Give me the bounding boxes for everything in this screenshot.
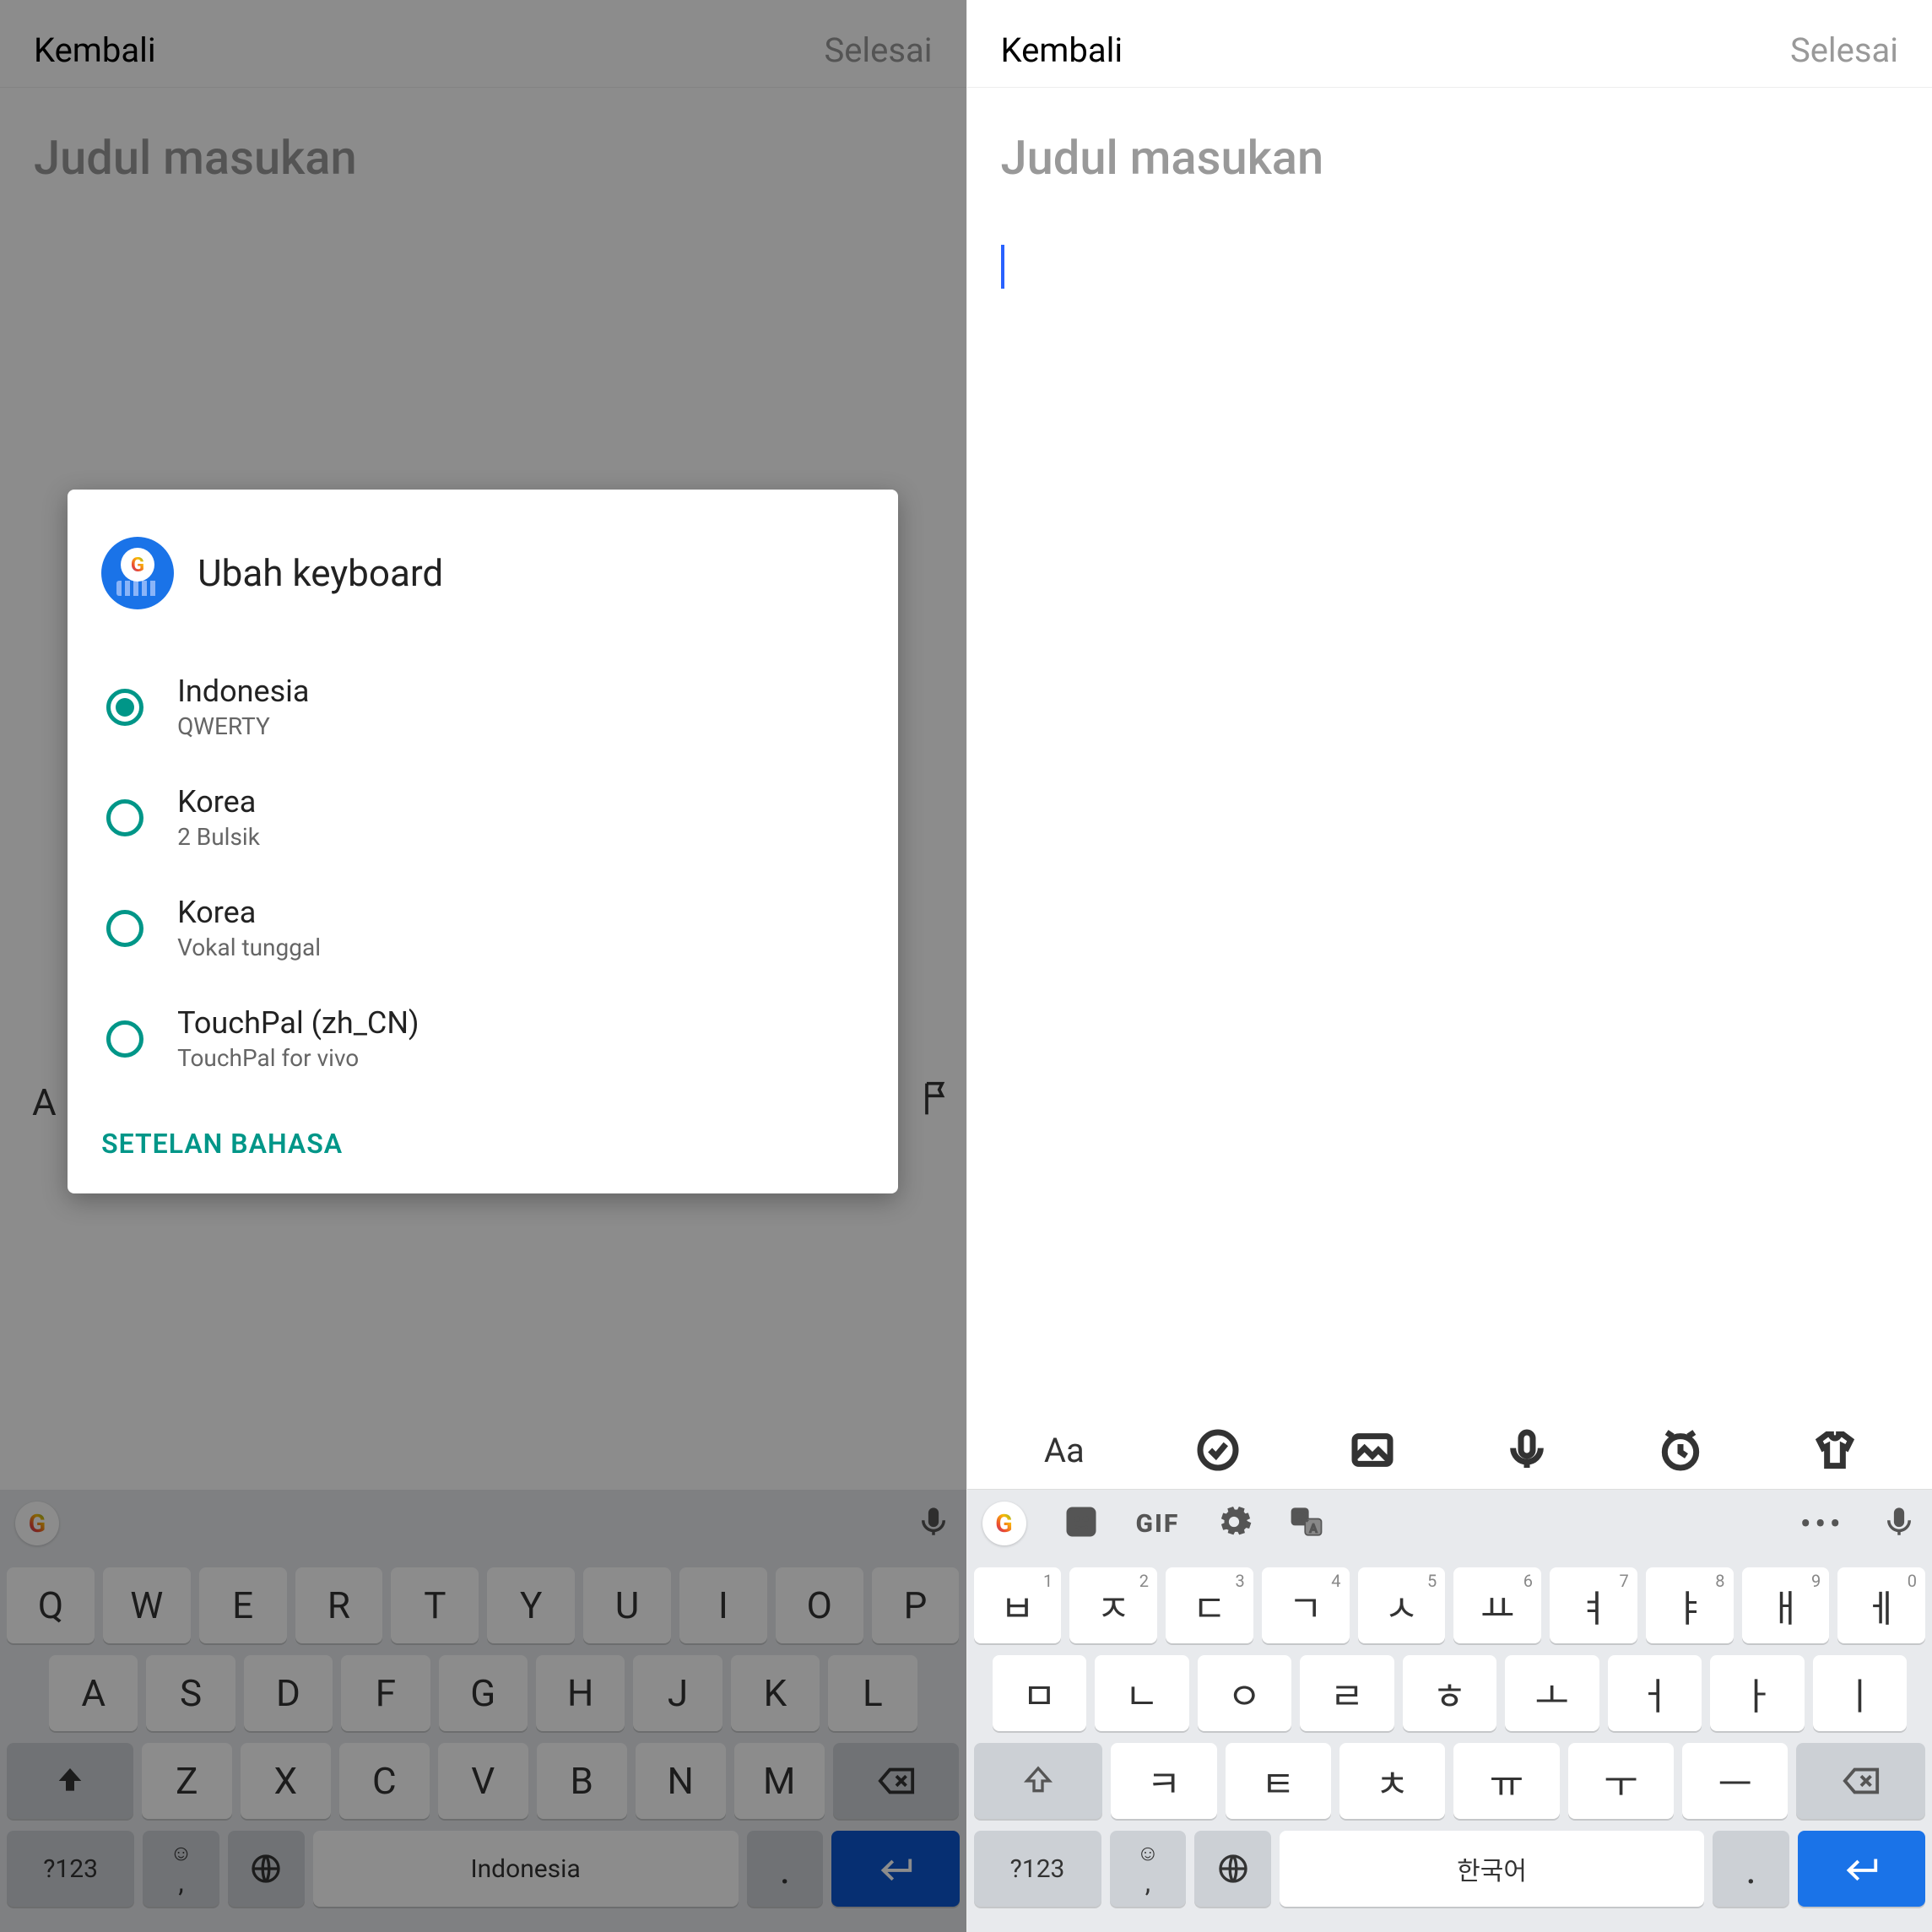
gif-button[interactable]: GIF <box>1136 1509 1180 1539</box>
keyboard-option[interactable]: Indonesia QWERTY <box>101 652 864 762</box>
key-ㅗ[interactable]: ㅗ <box>1505 1655 1599 1731</box>
backspace-key[interactable] <box>1796 1743 1925 1819</box>
option-subtitle: QWERTY <box>177 712 309 740</box>
option-title: Indonesia <box>177 674 309 709</box>
text-cursor <box>1001 245 1004 289</box>
modal-overlay[interactable]: G Ubah keyboard Indonesia QWERTY Korea 2 Bu… <box>0 0 966 1932</box>
left-screenshot: Kembali Selesai Judul masukan A G QWERTY… <box>0 0 966 1932</box>
key-ㅡ[interactable]: ㅡ <box>1682 1743 1788 1819</box>
keyboard-option[interactable]: Korea Vokal tunggal <box>101 873 864 983</box>
keyboard-switch-dialog: G Ubah keyboard Indonesia QWERTY Korea 2 Bu… <box>68 490 898 1193</box>
key-ㅠ[interactable]: ㅠ <box>1453 1743 1559 1819</box>
dialog-title: Ubah keyboard <box>198 551 443 595</box>
tshirt-icon[interactable] <box>1811 1426 1859 1474</box>
emoji-key[interactable]: ☺, <box>1110 1831 1187 1907</box>
radio-button[interactable] <box>106 799 143 836</box>
key-ㅂ[interactable]: ㅂ1 <box>974 1567 1062 1643</box>
key-ㅜ[interactable]: ㅜ <box>1568 1743 1674 1819</box>
header: Kembali Selesai <box>967 0 1932 88</box>
key-ㅓ[interactable]: ㅓ <box>1608 1655 1702 1731</box>
done-button[interactable]: Selesai <box>1790 30 1898 70</box>
key-ㄹ[interactable]: ㄹ <box>1300 1655 1394 1731</box>
key-ㅇ[interactable]: ㅇ <box>1198 1655 1292 1731</box>
note-toolbar: Aa <box>967 1411 1932 1490</box>
google-icon[interactable]: G <box>982 1502 1026 1545</box>
key-ㄴ[interactable]: ㄴ <box>1095 1655 1189 1731</box>
option-title: Korea <box>177 895 321 930</box>
right-screenshot: Kembali Selesai Judul masukan Aa G GIF 文… <box>966 0 1932 1932</box>
keyboard-option[interactable]: Korea 2 Bulsik <box>101 762 864 873</box>
key-ㅋ[interactable]: ㅋ <box>1111 1743 1216 1819</box>
option-subtitle: TouchPal for vivo <box>177 1044 419 1072</box>
key-ㅊ[interactable]: ㅊ <box>1339 1743 1445 1819</box>
title-input[interactable]: Judul masukan <box>967 88 1932 194</box>
image-icon[interactable] <box>1349 1426 1396 1474</box>
radio-button[interactable] <box>106 1020 143 1058</box>
key-ㅌ[interactable]: ㅌ <box>1226 1743 1331 1819</box>
key-ㄱ[interactable]: ㄱ4 <box>1262 1567 1350 1643</box>
key-ㅎ[interactable]: ㅎ <box>1403 1655 1497 1731</box>
text-format-button[interactable]: Aa <box>1041 1426 1088 1474</box>
option-subtitle: 2 Bulsik <box>177 823 260 851</box>
shift-key[interactable] <box>974 1743 1103 1819</box>
voice-icon[interactable] <box>1503 1426 1550 1474</box>
radio-button[interactable] <box>106 910 143 947</box>
enter-key[interactable] <box>1798 1831 1925 1907</box>
key-ㅑ[interactable]: ㅑ8 <box>1646 1567 1734 1643</box>
key-ㅛ[interactable]: ㅛ6 <box>1453 1567 1541 1643</box>
period-key[interactable]: . <box>1713 1831 1789 1907</box>
key-ㅐ[interactable]: ㅐ9 <box>1742 1567 1830 1643</box>
spacebar[interactable]: 한국어 <box>1280 1831 1705 1907</box>
mic-icon[interactable] <box>1881 1504 1917 1543</box>
reminder-icon[interactable] <box>1657 1426 1704 1474</box>
option-title: TouchPal (zh_CN) <box>177 1005 419 1041</box>
key-ㅔ[interactable]: ㅔ0 <box>1837 1567 1925 1643</box>
key-ㅏ[interactable]: ㅏ <box>1710 1655 1805 1731</box>
back-button[interactable]: Kembali <box>1001 30 1123 70</box>
translate-icon[interactable]: 文A <box>1289 1504 1324 1543</box>
svg-text:文: 文 <box>1296 1510 1308 1523</box>
checklist-icon[interactable] <box>1194 1426 1242 1474</box>
radio-button[interactable] <box>106 689 143 726</box>
gboard-icon: G <box>101 537 174 609</box>
globe-key[interactable] <box>1194 1831 1271 1907</box>
numeric-key[interactable]: ?123 <box>974 1831 1101 1907</box>
option-title: Korea <box>177 784 260 820</box>
option-subtitle: Vokal tunggal <box>177 934 321 961</box>
settings-icon[interactable] <box>1216 1504 1252 1543</box>
key-ㅁ[interactable]: ㅁ <box>993 1655 1087 1731</box>
key-ㅅ[interactable]: ㅅ5 <box>1358 1567 1446 1643</box>
note-body[interactable] <box>967 194 1932 1411</box>
language-settings-button[interactable]: SETELAN BAHASA <box>101 1128 864 1160</box>
svg-text:A: A <box>1310 1522 1318 1535</box>
key-ㅈ[interactable]: ㅈ2 <box>1069 1567 1157 1643</box>
key-ㅕ[interactable]: ㅕ7 <box>1550 1567 1637 1643</box>
sticker-icon[interactable] <box>1063 1504 1099 1543</box>
keyboard-option[interactable]: TouchPal (zh_CN) TouchPal for vivo <box>101 983 864 1094</box>
suggestion-bar: G GIF 文A ••• <box>967 1490 1932 1557</box>
key-ㅣ[interactable]: ㅣ <box>1813 1655 1908 1731</box>
key-ㄷ[interactable]: ㄷ3 <box>1166 1567 1253 1643</box>
more-icon[interactable]: ••• <box>1800 1504 1845 1544</box>
keyboard-right: ㅂ1ㅈ2ㄷ3ㄱ4ㅅ5ㅛ6ㅕ7ㅑ8ㅐ9ㅔ0 ㅁㄴㅇㄹㅎㅗㅓㅏㅣ ㅋㅌㅊㅠㅜㅡ ?1… <box>967 1557 1932 1932</box>
